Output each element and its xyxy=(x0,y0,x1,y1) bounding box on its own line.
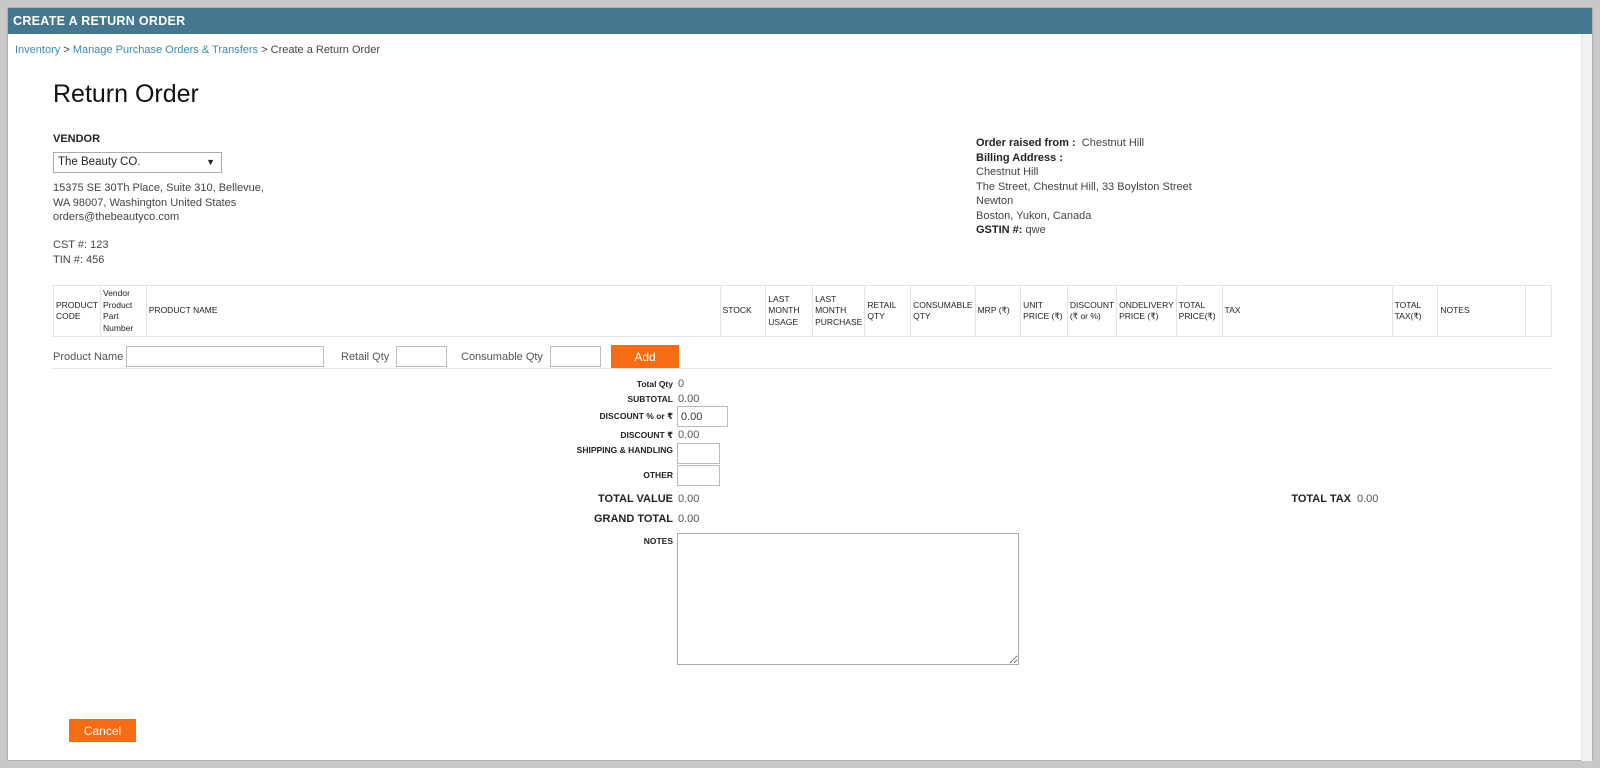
col-stock: STOCK xyxy=(719,285,767,337)
discount-pct-input[interactable] xyxy=(677,406,728,427)
col-last-month-usage: LAST MONTH USAGE xyxy=(765,285,814,337)
discount-pct-label: DISCOUNT % or ₹ xyxy=(599,411,673,421)
col-consumable-qty: CONSUMABLE QTY xyxy=(910,285,976,337)
breadcrumb-current: Create a Return Order xyxy=(270,44,381,56)
total-value-value: 0.00 xyxy=(678,493,700,505)
total-qty-label: Total Qty xyxy=(636,379,673,389)
vendor-tin: TIN #: 456 xyxy=(53,253,105,266)
shipping-label: SHIPPING & HANDLING xyxy=(576,445,673,455)
subtotal-value: 0.00 xyxy=(678,393,700,405)
total-tax-value: 0.00 xyxy=(1357,493,1379,505)
other-input[interactable] xyxy=(677,465,720,486)
breadcrumb-separator: > xyxy=(261,44,268,56)
vertical-scrollbar[interactable] xyxy=(1581,34,1592,761)
vendor-email: orders@thebeautyco.com xyxy=(53,211,180,223)
vendor-cst: CST #: 123 xyxy=(53,239,109,251)
billing-address-line: Newton xyxy=(976,195,1014,207)
breadcrumb-separator: > xyxy=(63,44,70,56)
return-order-window: CREATE A RETURN ORDER Inventory > Manage… xyxy=(7,7,1593,761)
gstin-value: qwe xyxy=(1025,224,1046,236)
vendor-tax-ids: CST #: 123 TIN #: 456 xyxy=(53,238,108,267)
divider xyxy=(53,368,1552,369)
gstin-label: GSTIN #: xyxy=(976,224,1023,236)
consumable-qty-label: Consumable Qty xyxy=(461,351,543,363)
grand-total-value: 0.00 xyxy=(678,513,700,525)
vendor-select[interactable]: The Beauty CO. ▼ xyxy=(53,152,222,173)
table-header-row: PRODUCT CODE Vendor Product Part Number … xyxy=(53,285,1552,337)
col-retail-qty: RETAIL QTY xyxy=(864,285,912,337)
col-product-code: PRODUCT CODE xyxy=(53,285,101,337)
vendor-address-line2: WA 98007, Washington United States xyxy=(53,196,237,209)
col-last-month-purchase: LAST MONTH PURCHASE xyxy=(812,285,866,337)
retail-qty-label: Retail Qty xyxy=(341,351,390,363)
col-notes: NOTES xyxy=(1437,285,1527,337)
col-vendor-part: Vendor Product Part Number xyxy=(99,285,147,337)
vendor-label: VENDOR xyxy=(53,133,101,145)
raised-from-label: Order raised from : xyxy=(976,137,1076,149)
notes-label: NOTES xyxy=(643,536,673,546)
discount-amt-value: 0.00 xyxy=(678,429,700,441)
discount-amt-label: DISCOUNT ₹ xyxy=(620,430,673,440)
breadcrumb-purchase-orders-link[interactable]: Manage Purchase Orders & Transfers xyxy=(73,44,258,56)
billing-address-line: The Street, Chestnut Hill, 33 Boylston S… xyxy=(976,180,1192,193)
breadcrumb: Inventory > Manage Purchase Orders & Tra… xyxy=(15,44,380,56)
col-discount: DISCOUNT (₹ or %) xyxy=(1066,285,1118,337)
col-product-name: PRODUCT NAME xyxy=(145,285,721,337)
raised-from-value: Chestnut Hill xyxy=(1081,137,1145,149)
col-mrp: MRP (₹) xyxy=(974,285,1022,337)
shipping-input[interactable] xyxy=(677,443,720,464)
col-total-price: TOTAL PRICE(₹) xyxy=(1175,285,1223,337)
total-tax-label: TOTAL TAX xyxy=(1291,493,1351,505)
col-actions xyxy=(1525,285,1552,337)
consumable-qty-input[interactable] xyxy=(550,346,601,367)
retail-qty-input[interactable] xyxy=(396,346,447,367)
col-tax: TAX xyxy=(1221,285,1393,337)
total-qty-value: 0 xyxy=(678,378,685,390)
billing-address-line: Boston, Yukon, Canada xyxy=(976,209,1092,222)
col-ondelivery-price: ONDELIVERY PRICE (₹) xyxy=(1116,285,1177,337)
product-name-input[interactable] xyxy=(126,346,324,367)
total-value-label: TOTAL VALUE xyxy=(598,493,673,505)
window-title: CREATE A RETURN ORDER xyxy=(8,8,1592,34)
subtotal-label: SUBTOTAL xyxy=(627,394,674,404)
billing-address-label: Billing Address : xyxy=(976,151,1063,164)
other-label: OTHER xyxy=(643,470,673,480)
caret-down-icon: ▼ xyxy=(206,157,215,167)
breadcrumb-inventory-link[interactable]: Inventory xyxy=(15,44,60,56)
col-total-tax: TOTAL TAX(₹) xyxy=(1391,285,1439,337)
col-unit-price: UNIT PRICE (₹) xyxy=(1020,285,1068,337)
items-table: PRODUCT CODE Vendor Product Part Number … xyxy=(53,285,1552,337)
billing-address-line: Chestnut Hill xyxy=(976,166,1039,178)
grand-total-label: GRAND TOTAL xyxy=(593,513,673,525)
vendor-select-value: The Beauty CO. xyxy=(58,156,141,168)
add-button[interactable]: Add xyxy=(611,345,679,368)
vendor-address-line1: 15375 SE 30Th Place, Suite 310, Bellevue… xyxy=(53,182,264,194)
cancel-button[interactable]: Cancel xyxy=(69,719,136,742)
notes-textarea[interactable] xyxy=(677,533,1019,665)
page-title: Return Order xyxy=(53,80,199,108)
vendor-address: 15375 SE 30Th Place, Suite 310, Bellevue… xyxy=(53,181,264,225)
order-info: Order raised from : Chestnut Hill Billin… xyxy=(976,136,1192,238)
product-name-label: Product Name xyxy=(53,351,124,363)
